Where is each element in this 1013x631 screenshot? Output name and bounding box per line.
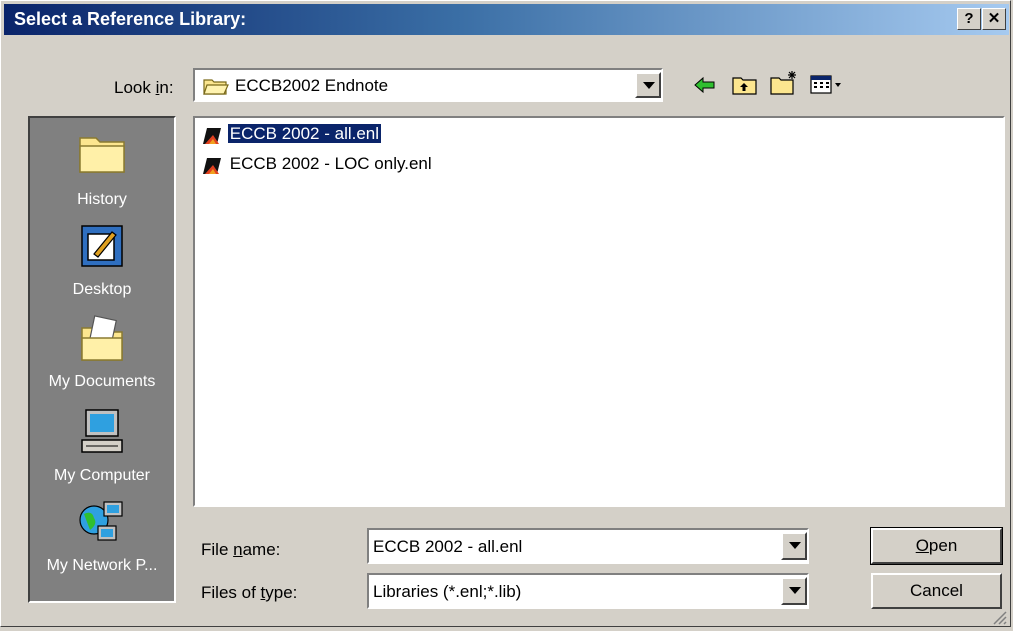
- window-title: Select a Reference Library:: [14, 9, 247, 29]
- history-folder-icon: [74, 137, 130, 186]
- place-label: My Computer: [53, 467, 151, 484]
- close-button[interactable]: ✕: [982, 8, 1006, 30]
- open-button[interactable]: Open: [870, 527, 1003, 565]
- look-in-dropdown[interactable]: ECCB2002 Endnote: [193, 68, 663, 102]
- new-folder-icon[interactable]: [770, 70, 798, 101]
- place-my-documents[interactable]: My Documents: [30, 314, 174, 391]
- file-name: ECCB 2002 - all.enl: [226, 123, 383, 144]
- cancel-button[interactable]: Cancel: [871, 573, 1002, 609]
- resize-grip-icon[interactable]: [990, 608, 1008, 631]
- file-type-select[interactable]: Libraries (*.enl;*.lib): [367, 573, 809, 609]
- file-item[interactable]: ECCB 2002 - LOC only.enl: [201, 152, 434, 176]
- my-computer-icon: [74, 409, 130, 462]
- file-name-label: File name:: [201, 540, 281, 559]
- back-arrow-icon[interactable]: [693, 75, 717, 100]
- place-history[interactable]: History: [30, 126, 174, 209]
- place-label: My Network P...: [46, 557, 158, 574]
- file-name-dropdown-arrow-icon[interactable]: [781, 532, 807, 560]
- network-places-icon: [74, 501, 130, 552]
- look-in-value: ECCB2002 Endnote: [235, 76, 389, 95]
- look-in-label: Look in:: [114, 78, 174, 97]
- file-list[interactable]: ECCB 2002 - all.enl ECCB 2002 - LOC only…: [193, 116, 1005, 507]
- place-my-computer[interactable]: My Computer: [30, 406, 174, 485]
- my-documents-icon: [74, 315, 130, 368]
- file-name: ECCB 2002 - LOC only.enl: [229, 154, 432, 173]
- look-in-dropdown-arrow-icon[interactable]: [635, 72, 661, 98]
- view-menu-icon[interactable]: [810, 74, 844, 101]
- desktop-icon: [74, 225, 130, 276]
- folder-open-icon: [203, 76, 229, 101]
- places-bar: History Desktop My Documents My Computer…: [28, 116, 176, 603]
- file-type-label: Files of type:: [201, 583, 298, 602]
- endnote-library-icon: [201, 124, 223, 146]
- endnote-library-icon: [201, 154, 223, 176]
- place-network[interactable]: My Network P...: [30, 498, 174, 575]
- place-label: Desktop: [72, 281, 132, 298]
- place-label: My Documents: [48, 373, 156, 390]
- file-item[interactable]: ECCB 2002 - all.enl: [201, 122, 383, 146]
- file-name-input[interactable]: ECCB 2002 - all.enl: [367, 528, 809, 564]
- place-label: History: [77, 191, 127, 208]
- file-name-value: ECCB 2002 - all.enl: [373, 537, 523, 556]
- up-folder-icon[interactable]: [732, 74, 758, 101]
- title-bar[interactable]: Select a Reference Library: ? ✕: [4, 4, 1009, 35]
- file-type-value: Libraries (*.enl;*.lib): [373, 582, 522, 601]
- file-type-dropdown-arrow-icon[interactable]: [781, 577, 807, 605]
- help-button[interactable]: ?: [957, 8, 981, 30]
- place-desktop[interactable]: Desktop: [30, 220, 174, 299]
